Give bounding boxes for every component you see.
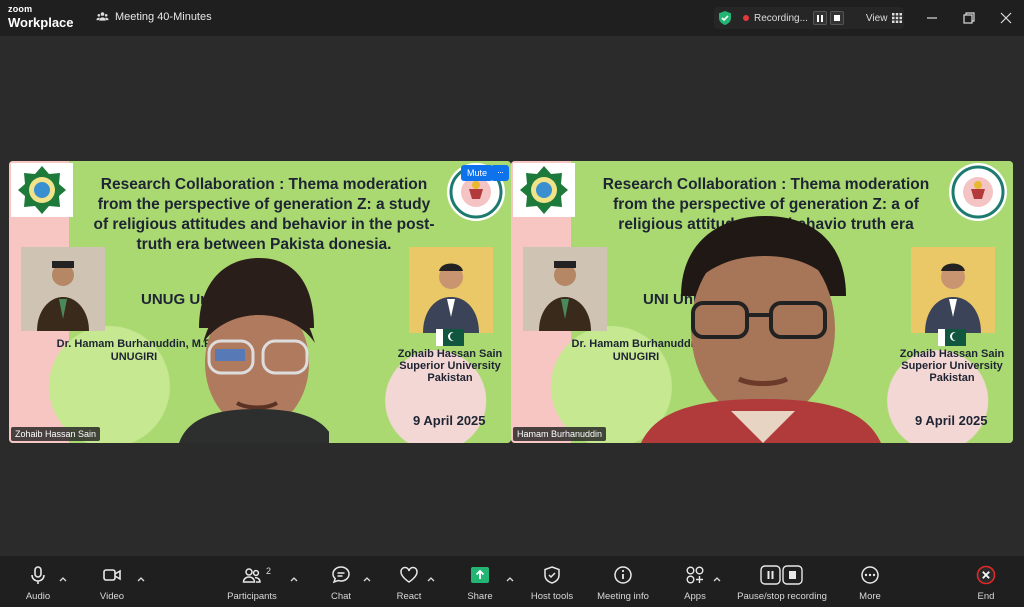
apps-icon [686, 566, 704, 584]
end-meeting-button[interactable]: End [951, 564, 1021, 602]
react-label: React [396, 591, 422, 602]
chat-options-caret[interactable] [363, 570, 373, 582]
chevron-up-icon [713, 577, 721, 582]
chat-icon [332, 566, 350, 584]
end-call-icon [976, 565, 996, 585]
video-tile-zohaib[interactable]: Research Collaboration : Thema moderatio… [9, 161, 511, 443]
pause-icon [816, 14, 823, 22]
unugiri-logo [513, 163, 575, 217]
meeting-participants-icon [96, 12, 109, 21]
stop-recording-button[interactable] [829, 11, 844, 25]
tile-more-button[interactable]: ··· [491, 165, 509, 181]
pause-stop-recording-icon [760, 565, 803, 585]
view-button[interactable]: View [866, 13, 903, 24]
pause-stop-recording-button[interactable]: Pause/stop recording [727, 564, 837, 602]
audio-label: Audio [25, 591, 51, 602]
close-button[interactable] [998, 10, 1014, 26]
chevron-up-icon [290, 577, 298, 582]
share-button[interactable]: Share [445, 564, 515, 602]
apps-label: Apps [684, 591, 706, 602]
audio-options-caret[interactable] [59, 570, 69, 582]
unugiri-logo [11, 163, 73, 217]
minimize-button[interactable] [924, 10, 940, 26]
video-options-caret[interactable] [137, 570, 147, 582]
pakistan-flag-icon [436, 329, 464, 346]
presenter-photo-zohaib [409, 247, 493, 333]
chat-label: Chat [330, 591, 352, 602]
grid-icon [892, 13, 903, 23]
participant-name-label: Hamam Burhanuddin [513, 427, 607, 441]
end-label: End [977, 591, 995, 602]
more-dots-icon [861, 566, 879, 584]
recording-bar: Recording... View [714, 7, 904, 29]
mute-participant-button[interactable]: Mute [461, 165, 494, 181]
slide-date: 9 April 2025 [413, 413, 486, 428]
chevron-up-icon [59, 577, 67, 582]
recording-dot-icon [743, 15, 749, 21]
recording-status: Recording... [754, 12, 808, 24]
microphone-icon [31, 566, 45, 584]
react-options-caret[interactable] [427, 570, 437, 582]
superior-university-logo [949, 163, 1007, 221]
info-icon [614, 566, 632, 584]
apps-options-caret[interactable] [713, 570, 723, 582]
video-camera-icon [103, 569, 121, 581]
participants-label: Participants [227, 591, 277, 602]
slide-date: 9 April 2025 [915, 413, 988, 428]
video-label: Video [99, 591, 125, 602]
heart-icon [400, 566, 418, 583]
slide-title: Research Collaboration : Thema moderatio… [93, 176, 435, 253]
participants-icon [242, 568, 261, 583]
more-label: More [859, 591, 881, 602]
chevron-up-icon [137, 577, 145, 582]
presenter-photo-hamam [523, 247, 607, 331]
minimize-icon [927, 17, 937, 19]
chevron-up-icon [363, 577, 371, 582]
share-label: Share [467, 591, 493, 602]
shield-icon[interactable] [717, 10, 733, 26]
view-label: View [865, 12, 888, 24]
meeting-info-button[interactable]: Meeting info [588, 564, 658, 602]
video-tile-hamam[interactable]: Research Collaboration : Thema moderatio… [511, 161, 1013, 443]
close-icon [1000, 12, 1012, 24]
title-bar: zoom Workplace Meeting 40-Minutes Record… [0, 0, 1024, 36]
meeting-toolbar: Audio Video 2 Participants Chat React Sh… [0, 556, 1024, 607]
participant-video-zohaib [179, 258, 329, 443]
shield-icon [544, 566, 560, 584]
pause-stop-recording-label: Pause/stop recording [737, 591, 827, 602]
chevron-up-icon [427, 577, 435, 582]
zoom-logo: zoom Workplace [8, 4, 74, 30]
presenter-photo-zohaib [911, 247, 995, 333]
participant-name-label: Zohaib Hassan Sain [11, 427, 101, 441]
pakistan-flag-icon [938, 329, 966, 346]
stop-icon [833, 15, 840, 21]
meeting-title-text: Meeting 40-Minutes [115, 10, 212, 23]
presenter-right-caption: Zohaib Hassan Sain Superior University P… [899, 348, 1005, 384]
chevron-up-icon [506, 577, 514, 582]
meeting-title[interactable]: Meeting 40-Minutes [96, 10, 212, 23]
participant-count: 2 [266, 566, 272, 576]
share-options-caret[interactable] [506, 570, 516, 582]
participants-button[interactable]: 2 Participants [217, 564, 287, 602]
presenter-right-caption: Zohaib Hassan Sain Superior University P… [397, 348, 503, 384]
more-button[interactable]: More [835, 564, 905, 602]
restore-icon [963, 12, 975, 24]
restore-button[interactable] [961, 10, 977, 26]
host-tools-label: Host tools [530, 591, 574, 602]
meeting-info-label: Meeting info [597, 591, 649, 602]
host-tools-button[interactable]: Host tools [517, 564, 587, 602]
participants-options-caret[interactable] [290, 570, 300, 582]
share-arrow-icon [471, 567, 489, 583]
participant-video-hamam [641, 216, 881, 443]
presenter-photo-hamam [21, 247, 105, 331]
pause-recording-button[interactable] [812, 11, 827, 25]
